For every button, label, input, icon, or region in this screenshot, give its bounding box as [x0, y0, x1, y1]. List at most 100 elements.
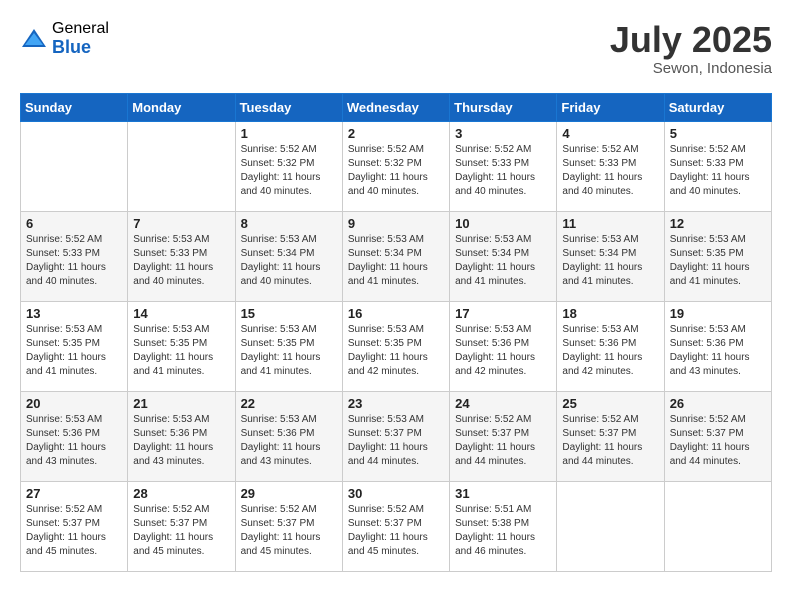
- logo: General Blue: [20, 20, 109, 57]
- day-info: Sunrise: 5:52 AM Sunset: 5:37 PM Dayligh…: [26, 503, 122, 559]
- day-number: 12: [670, 216, 766, 231]
- calendar-cell: 2 Sunrise: 5:52 AM Sunset: 5:32 PM Daylig…: [342, 121, 449, 211]
- location: Sewon, Indonesia: [610, 60, 772, 77]
- calendar-header-friday: Friday: [557, 93, 664, 121]
- day-number: 29: [241, 486, 337, 501]
- day-number: 26: [670, 396, 766, 411]
- calendar-cell: [128, 121, 235, 211]
- day-info: Sunrise: 5:53 AM Sunset: 5:34 PM Dayligh…: [348, 233, 444, 289]
- day-info: Sunrise: 5:52 AM Sunset: 5:37 PM Dayligh…: [670, 413, 766, 469]
- calendar-cell: 29 Sunrise: 5:52 AM Sunset: 5:37 PM Dayli…: [235, 481, 342, 571]
- day-info: Sunrise: 5:52 AM Sunset: 5:37 PM Dayligh…: [348, 503, 444, 559]
- calendar-cell: 20 Sunrise: 5:53 AM Sunset: 5:36 PM Dayli…: [21, 391, 128, 481]
- day-number: 17: [455, 306, 551, 321]
- day-number: 30: [348, 486, 444, 501]
- logo-general: General: [52, 20, 109, 38]
- calendar-cell: 25Sunrise: 5:52 AM Sunset: 5:37 PM Dayli…: [557, 391, 664, 481]
- day-number: 5: [670, 126, 766, 141]
- calendar-week-1: 1 Sunrise: 5:52 AM Sunset: 5:32 PM Daylig…: [21, 121, 772, 211]
- day-info: Sunrise: 5:53 AM Sunset: 5:35 PM Dayligh…: [26, 323, 122, 379]
- day-number: 23: [348, 396, 444, 411]
- calendar-header-sunday: Sunday: [21, 93, 128, 121]
- day-info: Sunrise: 5:53 AM Sunset: 5:36 PM Dayligh…: [241, 413, 337, 469]
- day-number: 20: [26, 396, 122, 411]
- day-info: Sunrise: 5:52 AM Sunset: 5:33 PM Dayligh…: [670, 143, 766, 199]
- calendar-header-saturday: Saturday: [664, 93, 771, 121]
- calendar-cell: 31 Sunrise: 5:51 AM Sunset: 5:38 PM Dayli…: [450, 481, 557, 571]
- logo-blue: Blue: [52, 38, 109, 58]
- calendar-header-tuesday: Tuesday: [235, 93, 342, 121]
- calendar-cell: 5 Sunrise: 5:52 AM Sunset: 5:33 PM Daylig…: [664, 121, 771, 211]
- calendar-week-3: 13 Sunrise: 5:53 AM Sunset: 5:35 PM Dayli…: [21, 301, 772, 391]
- day-number: 28: [133, 486, 229, 501]
- day-info: Sunrise: 5:53 AM Sunset: 5:37 PM Dayligh…: [348, 413, 444, 469]
- calendar-cell: 24 Sunrise: 5:52 AM Sunset: 5:37 PM Dayli…: [450, 391, 557, 481]
- day-number: 18: [562, 306, 658, 321]
- month-title: July 2025: [610, 20, 772, 60]
- calendar-cell: 22 Sunrise: 5:53 AM Sunset: 5:36 PM Dayli…: [235, 391, 342, 481]
- day-number: 16: [348, 306, 444, 321]
- day-info: Sunrise: 5:52 AM Sunset: 5:37 PM Dayligh…: [241, 503, 337, 559]
- day-info: Sunrise: 5:53 AM Sunset: 5:34 PM Dayligh…: [241, 233, 337, 289]
- calendar-header-wednesday: Wednesday: [342, 93, 449, 121]
- calendar-cell: 14 Sunrise: 5:53 AM Sunset: 5:35 PM Dayli…: [128, 301, 235, 391]
- calendar-cell: 28 Sunrise: 5:52 AM Sunset: 5:37 PM Dayli…: [128, 481, 235, 571]
- day-number: 4: [562, 126, 658, 141]
- calendar-cell: 6Sunrise: 5:52 AM Sunset: 5:33 PM Daylig…: [21, 211, 128, 301]
- day-info: Sunrise: 5:53 AM Sunset: 5:36 PM Dayligh…: [26, 413, 122, 469]
- calendar-cell: 11 Sunrise: 5:53 AM Sunset: 5:34 PM Dayli…: [557, 211, 664, 301]
- day-info: Sunrise: 5:51 AM Sunset: 5:38 PM Dayligh…: [455, 503, 551, 559]
- day-number: 24: [455, 396, 551, 411]
- calendar-cell: 10Sunrise: 5:53 AM Sunset: 5:34 PM Dayli…: [450, 211, 557, 301]
- day-info: Sunrise: 5:52 AM Sunset: 5:33 PM Dayligh…: [455, 143, 551, 199]
- calendar-cell: [21, 121, 128, 211]
- day-info: Sunrise: 5:53 AM Sunset: 5:34 PM Dayligh…: [562, 233, 658, 289]
- calendar-cell: 19Sunrise: 5:53 AM Sunset: 5:36 PM Dayli…: [664, 301, 771, 391]
- day-number: 6: [26, 216, 122, 231]
- day-number: 21: [133, 396, 229, 411]
- calendar-cell: 27 Sunrise: 5:52 AM Sunset: 5:37 PM Dayli…: [21, 481, 128, 571]
- calendar-week-2: 6Sunrise: 5:52 AM Sunset: 5:33 PM Daylig…: [21, 211, 772, 301]
- logo-icon: [20, 25, 48, 53]
- title-block: July 2025 Sewon, Indonesia: [610, 20, 772, 77]
- day-number: 31: [455, 486, 551, 501]
- calendar-header-monday: Monday: [128, 93, 235, 121]
- day-info: Sunrise: 5:53 AM Sunset: 5:36 PM Dayligh…: [455, 323, 551, 379]
- day-info: Sunrise: 5:52 AM Sunset: 5:33 PM Dayligh…: [562, 143, 658, 199]
- day-info: Sunrise: 5:52 AM Sunset: 5:32 PM Dayligh…: [348, 143, 444, 199]
- calendar-cell: [664, 481, 771, 571]
- day-info: Sunrise: 5:53 AM Sunset: 5:36 PM Dayligh…: [133, 413, 229, 469]
- calendar-cell: 16 Sunrise: 5:53 AM Sunset: 5:35 PM Dayli…: [342, 301, 449, 391]
- calendar-cell: 21 Sunrise: 5:53 AM Sunset: 5:36 PM Dayli…: [128, 391, 235, 481]
- calendar-week-4: 20 Sunrise: 5:53 AM Sunset: 5:36 PM Dayli…: [21, 391, 772, 481]
- calendar-header-thursday: Thursday: [450, 93, 557, 121]
- day-number: 27: [26, 486, 122, 501]
- day-number: 9: [348, 216, 444, 231]
- day-number: 11: [562, 216, 658, 231]
- day-info: Sunrise: 5:53 AM Sunset: 5:35 PM Dayligh…: [348, 323, 444, 379]
- day-number: 14: [133, 306, 229, 321]
- calendar-header-row: SundayMondayTuesdayWednesdayThursdayFrid…: [21, 93, 772, 121]
- day-number: 13: [26, 306, 122, 321]
- calendar-body: 1 Sunrise: 5:52 AM Sunset: 5:32 PM Daylig…: [21, 121, 772, 571]
- day-info: Sunrise: 5:53 AM Sunset: 5:35 PM Dayligh…: [133, 323, 229, 379]
- day-info: Sunrise: 5:52 AM Sunset: 5:37 PM Dayligh…: [133, 503, 229, 559]
- day-number: 2: [348, 126, 444, 141]
- calendar-cell: 8 Sunrise: 5:53 AM Sunset: 5:34 PM Daylig…: [235, 211, 342, 301]
- calendar: SundayMondayTuesdayWednesdayThursdayFrid…: [20, 93, 772, 572]
- calendar-cell: 1Sunrise: 5:52 AM Sunset: 5:32 PM Daylig…: [235, 121, 342, 211]
- calendar-cell: 26 Sunrise: 5:52 AM Sunset: 5:37 PM Dayli…: [664, 391, 771, 481]
- day-info: Sunrise: 5:53 AM Sunset: 5:36 PM Dayligh…: [562, 323, 658, 379]
- day-number: 7: [133, 216, 229, 231]
- calendar-cell: 3Sunrise: 5:52 AM Sunset: 5:33 PM Daylig…: [450, 121, 557, 211]
- logo-text: General Blue: [52, 20, 109, 57]
- day-number: 1: [241, 126, 337, 141]
- day-info: Sunrise: 5:52 AM Sunset: 5:37 PM Dayligh…: [455, 413, 551, 469]
- day-info: Sunrise: 5:53 AM Sunset: 5:35 PM Dayligh…: [241, 323, 337, 379]
- page-header: General Blue July 2025 Sewon, Indonesia: [20, 20, 772, 77]
- calendar-cell: 18 Sunrise: 5:53 AM Sunset: 5:36 PM Dayli…: [557, 301, 664, 391]
- calendar-cell: 4 Sunrise: 5:52 AM Sunset: 5:33 PM Daylig…: [557, 121, 664, 211]
- day-number: 22: [241, 396, 337, 411]
- calendar-week-5: 27 Sunrise: 5:52 AM Sunset: 5:37 PM Dayli…: [21, 481, 772, 571]
- day-number: 8: [241, 216, 337, 231]
